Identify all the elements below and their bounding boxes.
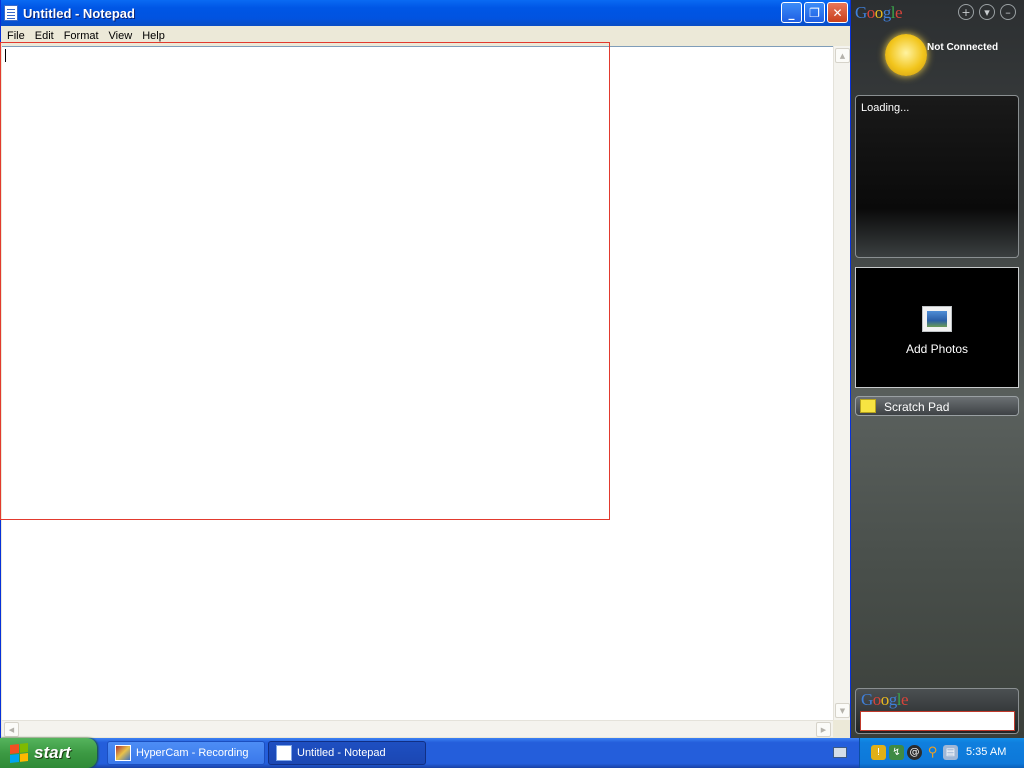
shield-icon[interactable]: ! — [871, 745, 886, 760]
keyboard-icon[interactable] — [833, 747, 847, 758]
menu-view[interactable]: View — [105, 30, 139, 42]
taskbar-item-notepad[interactable]: Untitled - Notepad — [268, 741, 426, 765]
start-button[interactable]: start — [0, 738, 97, 768]
weather-status: Not Connected — [927, 42, 999, 53]
taskbar-item-hypercam[interactable]: HyperCam - Recording — [107, 741, 265, 765]
add-gadget-icon[interactable]: + — [958, 4, 974, 20]
scroll-right-icon[interactable]: ▶ — [816, 722, 831, 737]
minimize-button[interactable]: _ — [781, 2, 802, 23]
windows-flag-icon — [10, 743, 28, 763]
menu-help[interactable]: Help — [138, 30, 171, 42]
scrollbar-corner — [833, 720, 850, 737]
computer-icon[interactable]: ▤ — [943, 745, 958, 760]
menu-file[interactable]: File — [3, 30, 31, 42]
search-input[interactable] — [860, 711, 1015, 731]
network-icon[interactable]: ↯ — [889, 745, 904, 760]
title-bar[interactable]: Untitled - Notepad _ ❐ ✕ — [1, 0, 850, 26]
start-label: start — [34, 743, 71, 762]
notepad-icon — [4, 5, 18, 21]
clock: 5:35 AM — [966, 746, 1007, 758]
taskbar-item-label: Untitled - Notepad — [297, 747, 386, 759]
news-loading-text: Loading... — [861, 102, 910, 114]
options-icon[interactable]: ▾ — [979, 4, 995, 20]
google-search-gadget: Google — [855, 688, 1019, 734]
photos-gadget[interactable]: Add Photos — [855, 267, 1019, 388]
hypercam-icon — [115, 745, 131, 761]
window-controls: _ ❐ ✕ — [781, 2, 848, 23]
horizontal-scrollbar[interactable]: ◀ ▶ — [2, 720, 833, 737]
photo-icon — [922, 306, 952, 332]
taskbar-item-label: HyperCam - Recording — [136, 747, 249, 759]
close-button[interactable]: ✕ — [827, 2, 848, 23]
scratch-pad-label: Scratch Pad — [884, 400, 950, 414]
scroll-down-icon[interactable]: ▼ — [835, 703, 850, 718]
menu-edit[interactable]: Edit — [31, 30, 60, 42]
minimize-sidebar-icon[interactable]: – — [1000, 4, 1016, 20]
search-icon[interactable]: ⚲ — [925, 745, 940, 760]
add-photos-link[interactable]: Add Photos — [856, 342, 1018, 356]
notepad-icon — [276, 745, 292, 761]
vertical-scrollbar[interactable]: ▲ ▼ — [833, 46, 850, 720]
menu-bar: File Edit Format View Help — [1, 26, 850, 45]
text-caret — [5, 49, 6, 62]
sticky-note-icon — [860, 399, 876, 413]
search-google-logo: Google — [861, 690, 909, 709]
menu-format[interactable]: Format — [60, 30, 105, 42]
scroll-up-icon[interactable]: ▲ — [835, 48, 850, 63]
notepad-window: Untitled - Notepad _ ❐ ✕ File Edit Forma… — [0, 0, 851, 738]
text-editor[interactable] — [2, 46, 833, 720]
restore-button[interactable]: ❐ — [804, 2, 825, 23]
window-title: Untitled - Notepad — [23, 5, 135, 21]
scratch-pad-gadget[interactable]: Scratch Pad — [855, 396, 1019, 416]
google-logo: Google — [855, 3, 903, 22]
google-sidebar: Google + ▾ – Not Connected Loading... Ad… — [851, 0, 1024, 738]
news-gadget[interactable]: Loading... — [855, 95, 1019, 258]
sun-icon — [885, 34, 927, 76]
swirl-icon[interactable]: @ — [907, 745, 922, 760]
taskbar: start HyperCam - Recording Untitled - No… — [0, 738, 1024, 768]
scroll-left-icon[interactable]: ◀ — [4, 722, 19, 737]
